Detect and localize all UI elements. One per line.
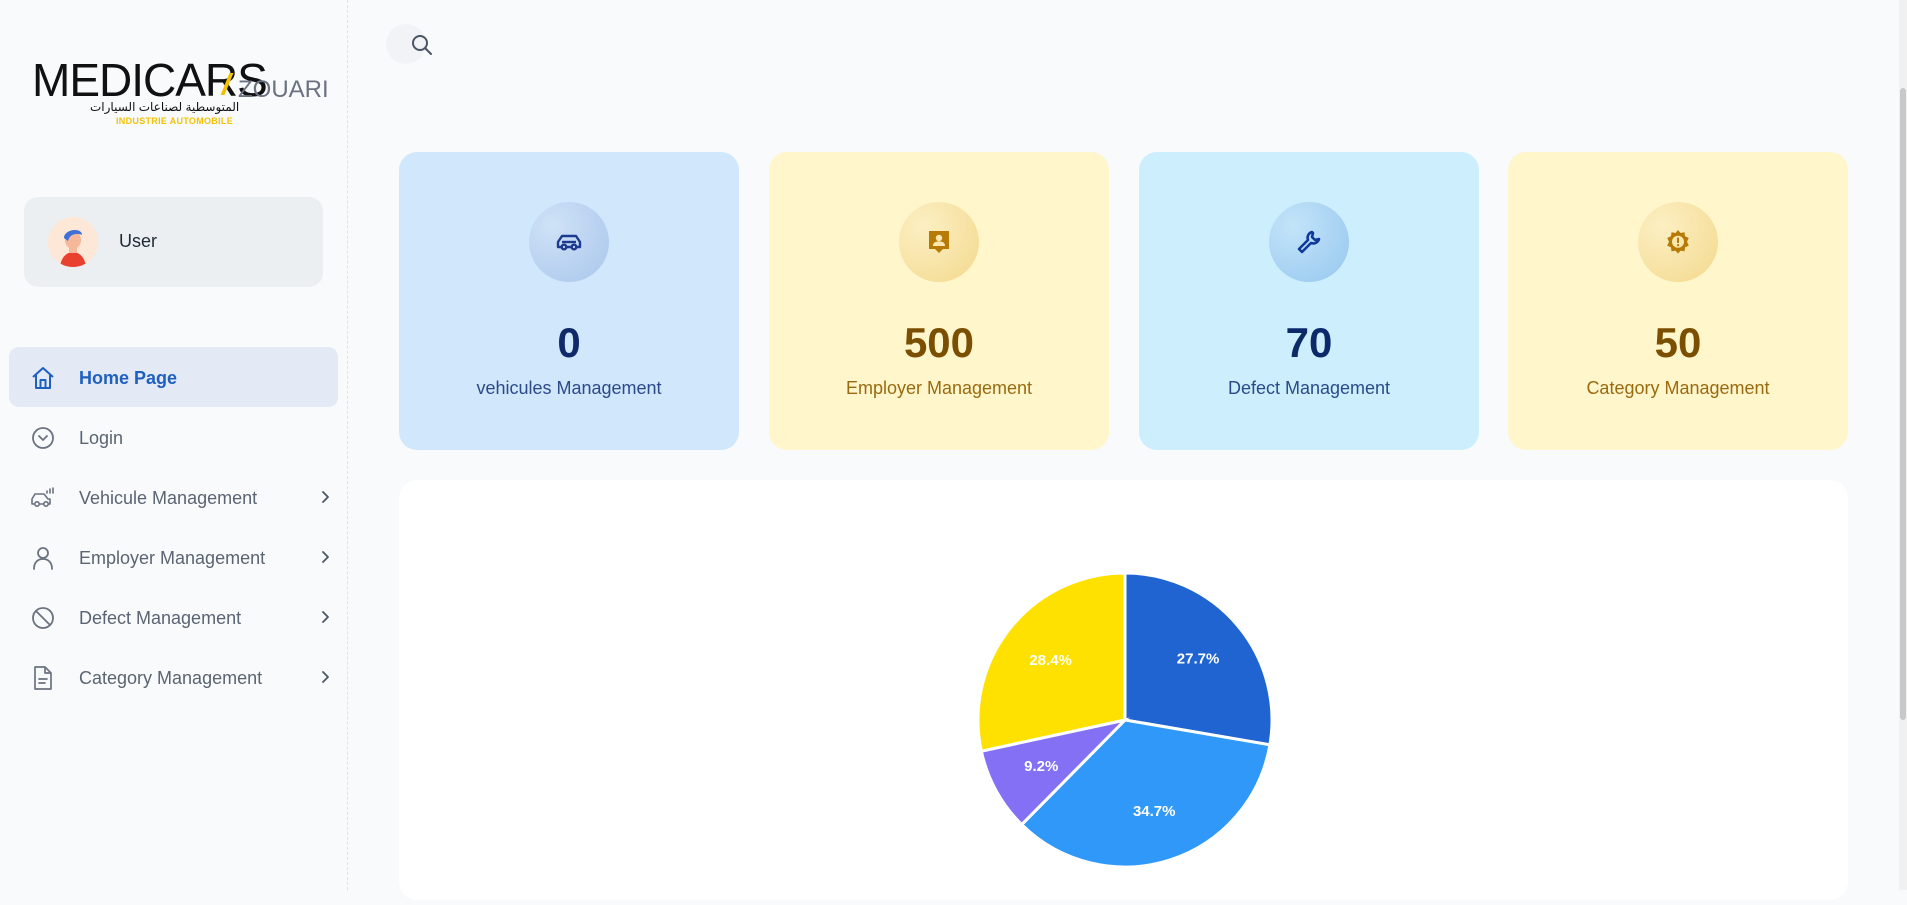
car-icon bbox=[31, 487, 54, 507]
sidebar-item-label: Home Page bbox=[79, 368, 178, 388]
pie-slice-label: 27.7% bbox=[1177, 650, 1220, 667]
stat-card-employer[interactable]: 500 Employer Management bbox=[769, 152, 1109, 450]
id-badge-icon bbox=[929, 231, 949, 253]
chart-card: 27.7% 34.7% 9.2% 28.4% bbox=[399, 480, 1848, 900]
sidebar: MEDICARS ZOUARI المتوسطية لصناعات السيار… bbox=[0, 0, 348, 890]
user-card[interactable]: User bbox=[24, 197, 323, 287]
stat-value: 0 bbox=[557, 319, 581, 366]
pie-slice-label: 9.2% bbox=[1024, 758, 1058, 775]
sidebar-item-label: Employer Management bbox=[79, 548, 266, 568]
stat-icon-circle bbox=[529, 202, 609, 282]
stat-label: vehicules Management bbox=[476, 378, 662, 398]
stat-icon-circle bbox=[1269, 202, 1349, 282]
sidebar-item-home-page[interactable]: Home Page bbox=[9, 347, 338, 407]
chevron-right-icon bbox=[322, 551, 329, 563]
car-icon bbox=[556, 234, 582, 251]
stat-label: Category Management bbox=[1586, 378, 1770, 398]
brand-arabic-text: المتوسطية لصناعات السيارات bbox=[90, 100, 240, 114]
pie-chart: 27.7% 34.7% 9.2% 28.4% bbox=[976, 571, 1274, 869]
stat-value: 500 bbox=[903, 319, 975, 366]
stat-label: Employer Management bbox=[845, 378, 1033, 398]
sidebar-item-vehicule-management[interactable]: Vehicule Management bbox=[9, 467, 338, 527]
pie-slice-label: 34.7% bbox=[1133, 803, 1176, 820]
sidebar-item-defect-management[interactable]: Defect Management bbox=[9, 587, 338, 647]
stat-icon-circle bbox=[899, 202, 979, 282]
stat-card-vehicules[interactable]: 0 vehicules Management bbox=[399, 152, 739, 450]
stat-value: 70 bbox=[1285, 319, 1333, 366]
person-icon bbox=[33, 547, 53, 570]
sidebar-nav: Home Page Login Vehicule Management Empl… bbox=[9, 347, 338, 707]
document-icon bbox=[34, 666, 52, 690]
ban-icon bbox=[32, 607, 54, 629]
stat-card-defect[interactable]: 70 Defect Management bbox=[1139, 152, 1479, 450]
chevron-right-icon bbox=[322, 491, 329, 503]
sidebar-item-employer-management[interactable]: Employer Management bbox=[9, 527, 338, 587]
chevron-right-icon bbox=[322, 611, 329, 623]
search-button[interactable] bbox=[386, 24, 432, 64]
sidebar-item-label: Login bbox=[79, 428, 124, 448]
brand-suffix: ZOUARI bbox=[238, 76, 329, 103]
sidebar-item-label: Vehicule Management bbox=[79, 488, 258, 508]
gear-alert-icon bbox=[1667, 230, 1689, 254]
scrollbar-thumb[interactable] bbox=[1900, 88, 1906, 720]
brand-logo[interactable]: MEDICARS ZOUARI المتوسطية لصناعات السيار… bbox=[32, 54, 329, 135]
brand-name: MEDICARS bbox=[32, 54, 268, 106]
chevron-circle-icon bbox=[32, 427, 54, 449]
brand-tagline: INDUSTRIE AUTOMOBILE bbox=[116, 116, 234, 126]
stat-icon-circle bbox=[1638, 202, 1718, 282]
user-name: User bbox=[119, 231, 158, 251]
stat-value: 50 bbox=[1654, 319, 1702, 366]
stat-label: Defect Management bbox=[1227, 378, 1391, 398]
sidebar-item-category-management[interactable]: Category Management bbox=[9, 647, 338, 707]
sidebar-item-label: Category Management bbox=[79, 668, 263, 688]
sidebar-item-label: Defect Management bbox=[79, 608, 242, 628]
chevron-right-icon bbox=[322, 671, 329, 683]
stat-card-category[interactable]: 50 Category Management bbox=[1508, 152, 1848, 450]
pie-slice-label: 28.4% bbox=[1029, 652, 1072, 669]
home-icon bbox=[32, 367, 54, 389]
sidebar-item-login[interactable]: Login bbox=[9, 407, 338, 467]
avatar bbox=[48, 217, 98, 267]
search-icon bbox=[412, 35, 432, 55]
wrench-icon bbox=[1297, 230, 1321, 254]
